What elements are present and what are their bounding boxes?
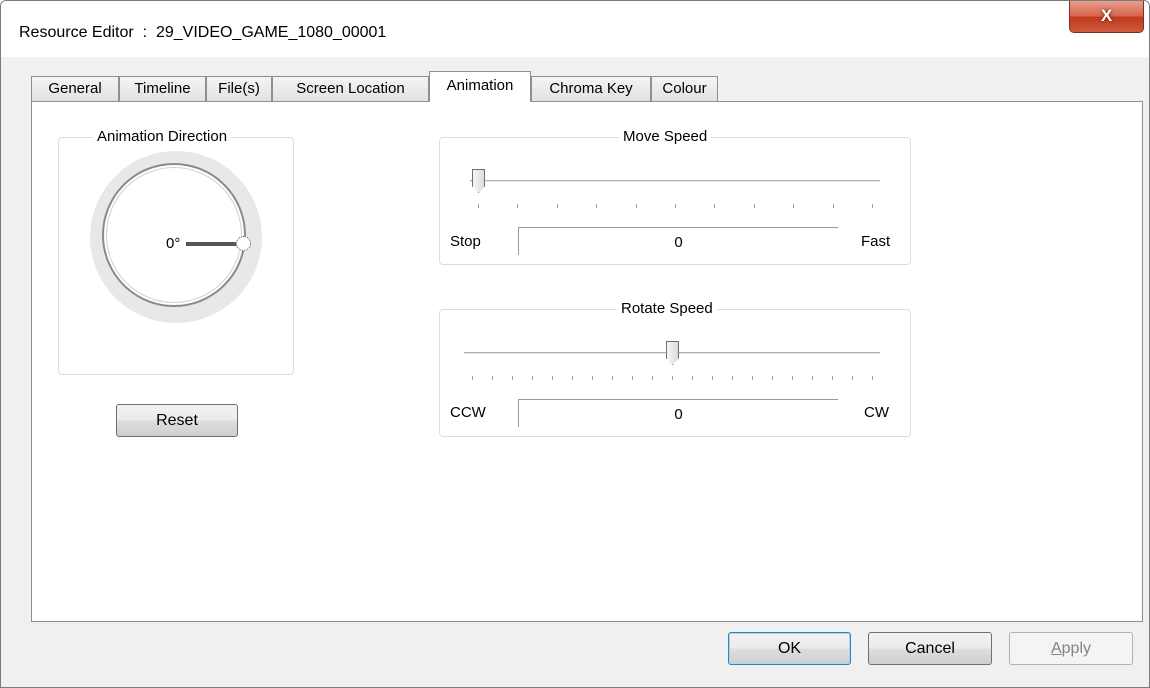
slider-tick xyxy=(872,204,873,208)
slider-tick xyxy=(472,376,473,380)
apply-button[interactable]: Apply xyxy=(1009,632,1133,665)
rotate-speed-slider-thumb[interactable] xyxy=(666,341,679,365)
animation-panel: Animation Direction 0° Reset Move Speed … xyxy=(31,101,1143,622)
slider-tick xyxy=(572,376,573,380)
tab-colour[interactable]: Colour xyxy=(651,76,718,101)
move-speed-label: Move Speed xyxy=(619,128,712,146)
tab-animation[interactable]: Animation xyxy=(429,71,531,102)
slider-tick xyxy=(714,204,716,208)
slider-tick xyxy=(517,204,519,208)
slider-tick xyxy=(635,204,637,208)
slider-tick xyxy=(792,376,793,380)
slider-tick xyxy=(596,204,598,208)
tab-screen-location[interactable]: Screen Location xyxy=(272,76,429,101)
apply-label: pply xyxy=(1061,640,1092,657)
move-speed-group: Move Speed Stop 0 Fast xyxy=(439,128,911,265)
slider-tick xyxy=(675,204,676,208)
rotate-speed-value-field[interactable]: 0 xyxy=(518,399,838,427)
resource-editor-window: Resource Editor : 29_VIDEO_GAME_1080_000… xyxy=(0,0,1150,688)
slider-tick xyxy=(752,376,753,380)
slider-tick xyxy=(753,204,755,208)
slider-tick xyxy=(672,376,673,380)
move-speed-value-field[interactable]: 0 xyxy=(518,227,838,255)
slider-tick xyxy=(832,204,834,208)
move-speed-max-label: Fast xyxy=(861,233,891,250)
title-bar[interactable]: Resource Editor : 29_VIDEO_GAME_1080_000… xyxy=(1,1,1149,57)
close-button[interactable]: X xyxy=(1069,1,1144,33)
slider-tick xyxy=(492,376,493,380)
slider-tick xyxy=(812,376,813,380)
slider-tick xyxy=(592,376,593,380)
slider-tick xyxy=(692,376,693,380)
slider-tick xyxy=(652,376,653,380)
slider-tick xyxy=(772,376,773,380)
tab-files[interactable]: File(s) xyxy=(206,76,272,101)
tab-general[interactable]: General xyxy=(31,76,119,101)
window-title: Resource Editor : 29_VIDEO_GAME_1080_000… xyxy=(19,24,387,41)
close-icon: X xyxy=(1100,6,1113,25)
slider-tick xyxy=(832,376,833,380)
slider-tick xyxy=(852,376,853,380)
slider-tick xyxy=(512,376,513,380)
slider-tick xyxy=(632,376,633,380)
rotate-speed-label: Rotate Speed xyxy=(617,300,717,318)
slider-tick xyxy=(612,376,613,380)
slider-tick xyxy=(556,204,558,208)
move-speed-min-label: Stop xyxy=(450,233,481,250)
rotate-speed-max-label: CW xyxy=(864,404,889,421)
slider-tick xyxy=(732,376,733,380)
direction-handle[interactable] xyxy=(236,236,251,251)
move-speed-slider-thumb[interactable] xyxy=(472,169,485,193)
tab-chroma-key[interactable]: Chroma Key xyxy=(531,76,651,101)
slider-tick xyxy=(552,376,553,380)
direction-needle xyxy=(186,242,240,246)
reset-button[interactable]: Reset xyxy=(116,404,238,437)
slider-tick xyxy=(478,204,479,208)
animation-direction-group: Animation Direction 0° xyxy=(58,128,294,375)
slider-tick xyxy=(712,376,713,380)
animation-direction-label: Animation Direction xyxy=(93,128,232,146)
move-speed-track xyxy=(470,180,880,181)
slider-tick xyxy=(872,376,873,380)
tab-timeline[interactable]: Timeline xyxy=(119,76,206,101)
apply-accelerator: A xyxy=(1050,640,1062,657)
slider-tick xyxy=(793,204,795,208)
direction-angle-label: 0° xyxy=(166,235,181,252)
rotate-speed-group: Rotate Speed CCW 0 CW xyxy=(439,300,911,437)
rotate-speed-min-label: CCW xyxy=(450,404,486,421)
cancel-button[interactable]: Cancel xyxy=(868,632,992,665)
ok-button[interactable]: OK xyxy=(728,632,851,665)
slider-tick xyxy=(532,376,533,380)
